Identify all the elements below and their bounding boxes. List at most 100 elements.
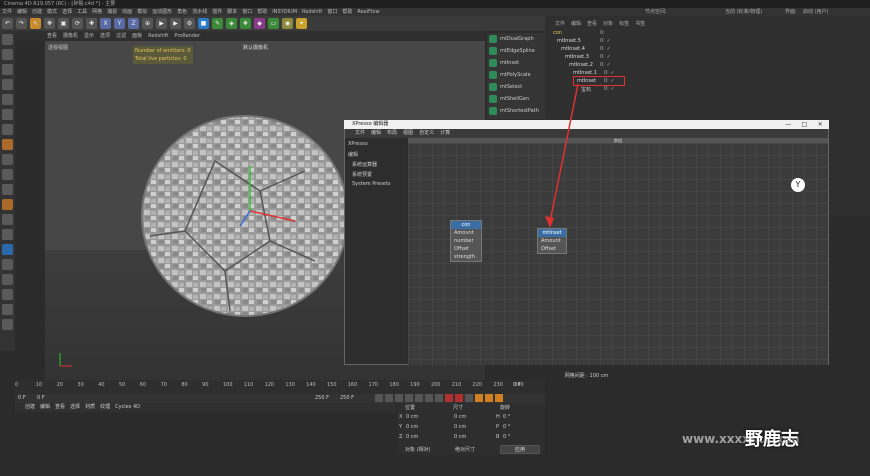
move-icon[interactable]: ✥: [44, 18, 55, 29]
object-row[interactable]: mtInset.5: [557, 38, 581, 44]
enable-axis-icon[interactable]: [2, 139, 13, 150]
menu-item[interactable]: 网格: [92, 8, 102, 16]
lock-workplane-icon[interactable]: [2, 184, 13, 195]
layout-select[interactable]: 启动 (用户): [803, 8, 829, 16]
rot-h-field[interactable]: 0 °: [503, 414, 510, 420]
scale-icon[interactable]: ▣: [58, 18, 69, 29]
xpresso-menu-item[interactable]: 编辑: [371, 129, 381, 138]
list-item[interactable]: mtSelect: [487, 81, 545, 93]
points-mode-icon[interactable]: [2, 94, 13, 105]
render-picture-icon[interactable]: ▶: [170, 18, 181, 29]
menu-item[interactable]: 编辑: [17, 8, 27, 16]
layers-icon[interactable]: [2, 289, 13, 300]
workplane-icon[interactable]: [2, 79, 13, 90]
go-end-icon[interactable]: [435, 394, 443, 402]
hair-icon[interactable]: [2, 304, 13, 315]
menu-item[interactable]: 脚本: [227, 8, 237, 16]
frame-start-field[interactable]: 0 F: [18, 394, 26, 403]
size-x-field[interactable]: 0 cm: [454, 414, 466, 420]
prev-frame-icon[interactable]: [395, 394, 403, 402]
x-axis-icon[interactable]: X: [100, 18, 111, 29]
list-item[interactable]: mtDualGraph: [487, 33, 545, 45]
material-menu-item[interactable]: 编辑: [40, 403, 50, 412]
record-icon[interactable]: [445, 394, 453, 402]
rot-p-field[interactable]: 0 °: [503, 424, 510, 430]
material-menu-item[interactable]: 查看: [55, 403, 65, 412]
object-row[interactable]: mtInset.2: [569, 62, 593, 68]
apply-button[interactable]: 应用: [500, 445, 540, 454]
deformer-icon[interactable]: ◆: [254, 18, 265, 29]
material-menu-item[interactable]: Cycles 4D: [115, 403, 140, 412]
om-menu-item[interactable]: 书签: [635, 20, 645, 28]
motion-icon[interactable]: [2, 319, 13, 330]
port[interactable]: Offset: [451, 245, 481, 253]
polygons-mode-icon[interactable]: [2, 124, 13, 135]
list-item[interactable]: mtInset: [487, 57, 545, 69]
brush-icon[interactable]: [2, 229, 13, 240]
pos-y-field[interactable]: 0 cm: [406, 424, 418, 430]
close-icon[interactable]: ✕: [818, 120, 823, 129]
keyframe-icon[interactable]: [465, 394, 473, 402]
rotation-key-icon[interactable]: [485, 394, 493, 402]
xpresso-menu-item[interactable]: 视图: [403, 129, 413, 138]
pool-item[interactable]: System Presets: [352, 181, 390, 187]
minimize-icon[interactable]: —: [785, 120, 791, 129]
xpresso-menu-item[interactable]: 布局: [387, 129, 397, 138]
subdivision-icon[interactable]: ◈: [226, 18, 237, 29]
menu-item[interactable]: 窗口: [242, 8, 252, 16]
live-select-icon[interactable]: ↖: [30, 18, 41, 29]
node-space-select[interactable]: 当前 (标准/物理): [725, 8, 762, 16]
light-icon[interactable]: ✦: [296, 18, 307, 29]
floor-icon[interactable]: ▭: [268, 18, 279, 29]
list-item[interactable]: mtShellGen: [487, 93, 545, 105]
mograph-icon[interactable]: [2, 244, 13, 255]
frame-min-field[interactable]: 0 F: [37, 394, 45, 403]
menu-item[interactable]: 文件: [2, 8, 12, 16]
node-con[interactable]: con Amount number Offset strength: [450, 220, 482, 262]
sculpt-icon[interactable]: [2, 199, 13, 210]
viewport-menu-item[interactable]: 显示: [84, 31, 94, 41]
list-item[interactable]: mtPolyScale: [487, 69, 545, 81]
pos-x-field[interactable]: 0 cm: [406, 414, 418, 420]
pen-icon[interactable]: ✎: [212, 18, 223, 29]
frame-max-field[interactable]: 250 F: [315, 394, 329, 403]
viewport-menu-item[interactable]: 过滤: [116, 31, 126, 41]
coord-mode-select[interactable]: 对象 (相对): [405, 446, 431, 453]
pool-item[interactable]: 系统运算器: [352, 161, 377, 168]
viewport-menu-item[interactable]: Redshift: [148, 31, 168, 41]
material-menu-item[interactable]: 材质: [85, 403, 95, 412]
menu-item[interactable]: 运动图形: [152, 8, 172, 16]
go-start-icon[interactable]: [375, 394, 383, 402]
material-menu-item[interactable]: 创建: [25, 403, 35, 412]
size-y-field[interactable]: 0 cm: [454, 424, 466, 430]
om-menu-item[interactable]: 查看: [587, 20, 597, 28]
grid-icon[interactable]: [2, 259, 13, 270]
port[interactable]: Offset: [538, 245, 566, 253]
menu-item[interactable]: 流水线: [192, 8, 207, 16]
frame-end-field[interactable]: 250 F: [340, 394, 354, 403]
texture-mode-icon[interactable]: [2, 64, 13, 75]
om-menu-item[interactable]: 文件: [555, 20, 565, 28]
menu-item[interactable]: 插件: [212, 8, 222, 16]
undo-icon[interactable]: ↶: [2, 18, 13, 29]
array-icon[interactable]: ❖: [240, 18, 251, 29]
make-editable-icon[interactable]: [2, 34, 13, 45]
autokey-icon[interactable]: [455, 394, 463, 402]
port[interactable]: strength: [451, 253, 481, 261]
om-menu-item[interactable]: 对象: [603, 20, 613, 28]
render-settings-icon[interactable]: ⚙: [184, 18, 195, 29]
menu-item[interactable]: 帮助: [342, 8, 352, 16]
port[interactable]: number: [451, 237, 481, 245]
scale-key-icon[interactable]: [495, 394, 503, 402]
camera-icon[interactable]: ◉: [282, 18, 293, 29]
rot-b-field[interactable]: 0 °: [503, 434, 510, 440]
render-view-icon[interactable]: ▶: [156, 18, 167, 29]
menu-item[interactable]: Redshift: [302, 8, 322, 16]
menu-item[interactable]: 动画: [122, 8, 132, 16]
object-row[interactable]: mtInset.4: [561, 46, 585, 52]
material-menu-item[interactable]: 选择: [70, 403, 80, 412]
edges-mode-icon[interactable]: [2, 109, 13, 120]
maximize-icon[interactable]: □: [802, 120, 808, 129]
z-axis-icon[interactable]: Z: [128, 18, 139, 29]
play-icon[interactable]: [405, 394, 413, 402]
